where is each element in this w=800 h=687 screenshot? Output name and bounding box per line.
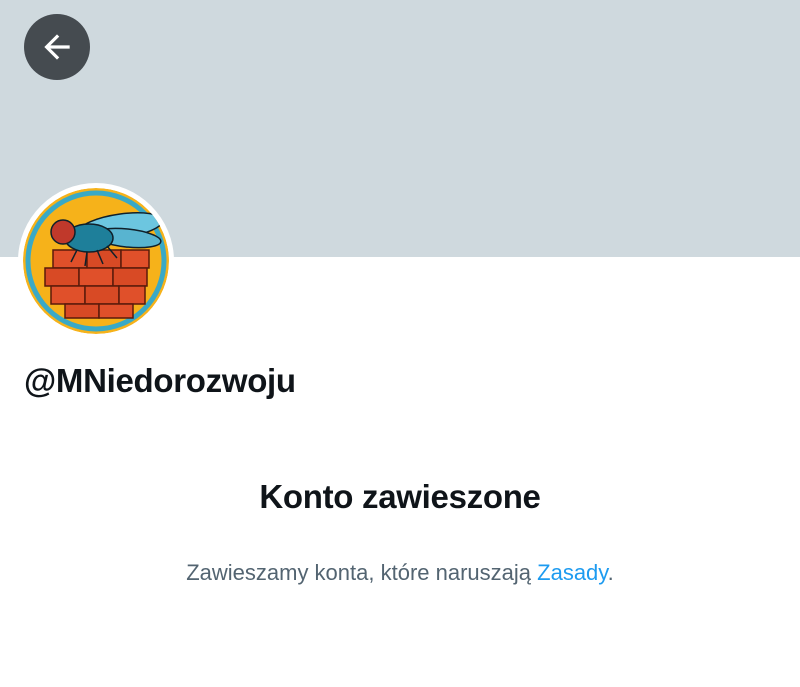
- fly-on-bricks-avatar: [23, 188, 169, 334]
- arrow-left-icon: [44, 34, 70, 60]
- suspension-title: Konto zawieszone: [259, 478, 541, 515]
- suspension-message: Zawieszamy konta, które naruszają Zasady…: [0, 560, 800, 586]
- back-button[interactable]: [24, 14, 90, 80]
- profile-page: @MNiedorozwoju Konto zawieszone Zawiesza…: [0, 0, 800, 687]
- suspension-message-suffix: .: [607, 560, 614, 585]
- profile-handle: @MNiedorozwoju: [24, 362, 296, 399]
- suspension-message-prefix: Zawieszamy konta, które naruszają: [186, 560, 538, 585]
- avatar[interactable]: [18, 183, 174, 339]
- rules-link[interactable]: Zasady: [537, 560, 608, 585]
